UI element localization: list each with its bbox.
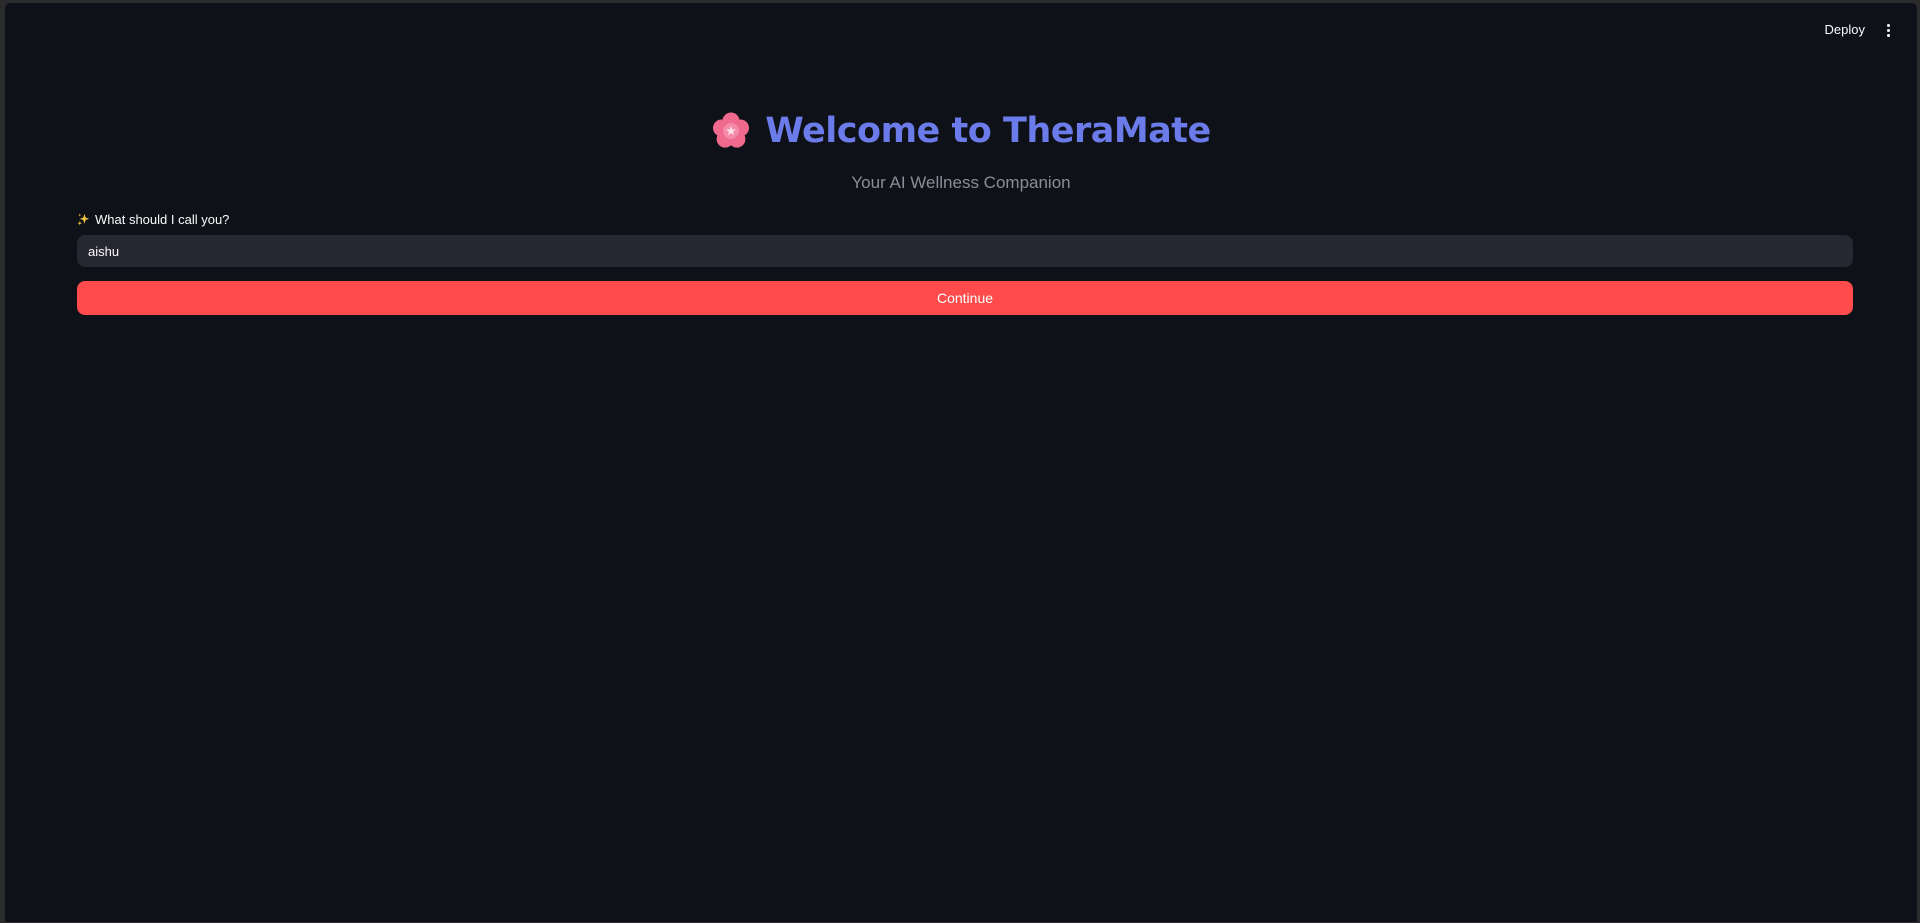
name-field-label-text: What should I call you? (95, 212, 230, 227)
page-subtitle: Your AI Wellness Companion (851, 173, 1071, 192)
deploy-button[interactable]: Deploy (1817, 17, 1873, 43)
sparkles-icon (77, 213, 90, 226)
name-input[interactable] (77, 235, 1853, 267)
name-field-label: What should I call you? (77, 212, 229, 227)
title-row: Welcome to TheraMate (73, 111, 1849, 161)
page-title: Welcome to TheraMate (765, 111, 1211, 151)
app-window: Deploy Welcome to TheraMate Your AI Well… (4, 2, 1918, 923)
cherry-blossom-icon (713, 112, 750, 148)
main-menu-button[interactable] (1877, 18, 1899, 42)
more-vertical-icon-dot (1886, 28, 1890, 32)
more-vertical-icon-dot (1886, 33, 1890, 37)
top-toolbar: Deploy (5, 3, 1917, 55)
more-vertical-icon (1886, 23, 1890, 27)
continue-button[interactable]: Continue (77, 281, 1853, 315)
